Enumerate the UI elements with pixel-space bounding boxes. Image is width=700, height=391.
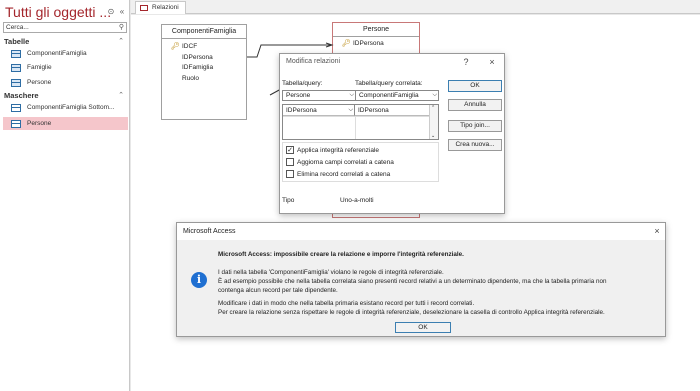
search-icon: ⚲ (118, 24, 124, 31)
form-icon (11, 120, 21, 128)
group-header-maschere[interactable]: Maschere ⌃ (4, 91, 126, 101)
chevron-down-icon[interactable]: ⊙ (106, 7, 116, 17)
table-icon (11, 64, 21, 72)
checkbox-label: Aggiorna campi correlati a catena (297, 159, 394, 166)
create-new-button[interactable]: Crea nuova... (448, 139, 502, 151)
grid-row-divider (283, 116, 430, 117)
relationships-icon (140, 5, 148, 11)
checkbox-checked-icon: ✓ (286, 146, 294, 154)
chevron-down-icon: ⌵ (432, 92, 437, 98)
group-label: Tabelle (4, 37, 30, 46)
select-value: Persone (286, 92, 311, 99)
tab-relazioni[interactable]: Relazioni (135, 1, 186, 14)
enforce-integrity-checkbox[interactable]: ✓ Applica integrità referenziale (286, 146, 379, 155)
message-title: Microsoft Access (177, 223, 665, 240)
cancel-button[interactable]: Annulla (448, 99, 502, 111)
nav-item-persone-form[interactable]: Persone (3, 117, 128, 130)
relationship-type-label: Tipo (282, 197, 295, 204)
select-value: ComponentiFamiglia (359, 92, 419, 99)
close-button[interactable]: × (652, 226, 662, 236)
table-icon (11, 79, 21, 87)
join-type-button[interactable]: Tipo join... (448, 120, 502, 132)
message-line: È ad esempio possibile che nella tabella… (218, 278, 607, 285)
scroll-down-icon[interactable]: ⌄ (431, 133, 435, 139)
nav-pane-title[interactable]: Tutti gli oggetti ... (5, 4, 111, 20)
nav-item-persone-table[interactable]: Persone (3, 76, 128, 89)
nav-item-label: ComponentiFamiglia (27, 50, 87, 57)
search-placeholder: Cerca... (6, 24, 29, 31)
checkbox-label: Elimina record correlati a catena (297, 171, 391, 178)
info-icon: i (191, 272, 207, 288)
cascade-delete-checkbox[interactable]: Elimina record correlati a catena (286, 170, 390, 179)
form-icon (11, 104, 21, 112)
message-line: Modificare i dati in modo che nella tabe… (218, 300, 475, 307)
related-table-label: Tabella/query correlata: (355, 80, 423, 87)
help-button[interactable]: ? (461, 57, 471, 67)
grid-scrollbar[interactable]: ⌃ ⌄ (429, 105, 438, 139)
grid-col-divider (355, 116, 356, 139)
nav-item-label: Famiglie (27, 64, 52, 71)
chevron-down-icon: ⌵ (349, 92, 354, 98)
nav-item-famiglie[interactable]: Famiglie (3, 61, 128, 74)
left-field-cell[interactable]: IDPersona ⌵ (283, 105, 355, 116)
edit-relationships-dialog: Modifica relazioni ? × Tabella/query: Ta… (279, 53, 505, 214)
table-query-select[interactable]: Persone ⌵ (282, 90, 356, 101)
checkbox-icon (286, 158, 294, 166)
tab-label: Relazioni (152, 4, 179, 11)
scroll-up-icon[interactable]: ⌃ (431, 105, 435, 111)
cascade-update-checkbox[interactable]: Aggiorna campi correlati a catena (286, 158, 394, 167)
chevron-down-icon: ⌵ (348, 107, 353, 113)
document-tab-bar: Relazioni (131, 0, 700, 14)
options-group: ✓ Applica integrità referenziale Aggiorn… (282, 142, 439, 182)
right-field-cell[interactable]: IDPersona (355, 105, 430, 116)
ok-button[interactable]: OK (395, 322, 451, 333)
table-icon (11, 50, 21, 58)
nav-item-componentifamiglia[interactable]: ComponentiFamiglia (3, 47, 128, 60)
search-input[interactable]: Cerca... ⚲ (3, 22, 127, 33)
relationship-type-value: Uno-a-molti (340, 197, 374, 204)
error-message-dialog: Microsoft Access × i Microsoft Access: i… (176, 222, 666, 337)
checkbox-icon (286, 170, 294, 178)
message-heading: Microsoft Access: impossibile creare la … (218, 251, 464, 258)
nav-item-label: Persone (27, 120, 52, 127)
field-mapping-grid[interactable]: IDPersona ⌵ IDPersona ⌃ ⌄ (282, 104, 439, 140)
message-body: i Microsoft Access: impossibile creare l… (177, 240, 665, 336)
message-line: Per creare la relazione senza rispettare… (218, 309, 605, 316)
message-line: contenga alcun record per tale dipendent… (218, 287, 338, 294)
collapse-pane-icon[interactable]: « (117, 7, 127, 17)
nav-item-label: ComponentiFamiglia Sottom... (27, 104, 115, 111)
cell-value: IDPersona (358, 107, 389, 114)
group-header-tabelle[interactable]: Tabelle ⌃ (4, 37, 126, 47)
nav-item-componentifamiglia-sottomaschera[interactable]: ComponentiFamiglia Sottom... (3, 101, 128, 114)
cell-value: IDPersona (286, 107, 317, 114)
group-label: Maschere (4, 91, 39, 100)
related-table-select[interactable]: ComponentiFamiglia ⌵ (355, 90, 439, 101)
close-button[interactable]: × (487, 57, 497, 67)
navigation-pane: Tutti gli oggetti ... ⊙ « Cerca... ⚲ Tab… (0, 0, 130, 391)
checkbox-label: Applica integrità referenziale (297, 147, 380, 154)
ok-button[interactable]: OK (448, 80, 502, 92)
nav-item-label: Persone (27, 79, 52, 86)
message-line: I dati nella tabella 'ComponentiFamiglia… (218, 269, 444, 276)
chevron-up-icon: ⌃ (118, 38, 124, 45)
table-query-label: Tabella/query: (282, 80, 323, 87)
chevron-up-icon: ⌃ (118, 92, 124, 99)
